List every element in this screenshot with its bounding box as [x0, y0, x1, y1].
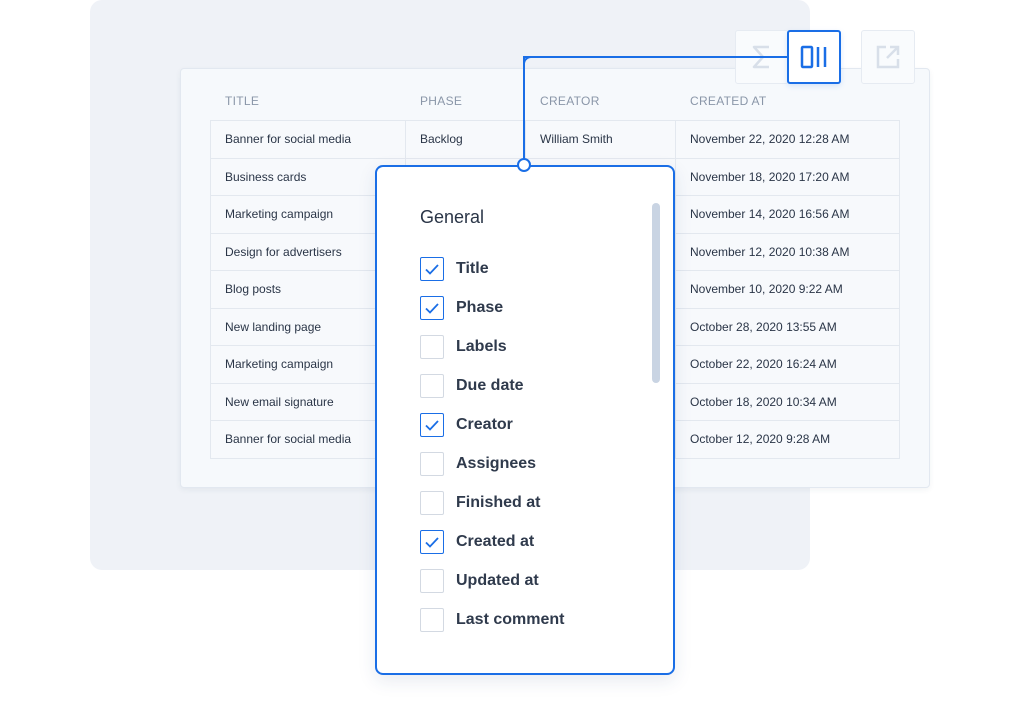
- cell-created-at: October 12, 2020 9:28 AM: [690, 432, 831, 447]
- checkbox[interactable]: [420, 257, 444, 281]
- checkbox[interactable]: [420, 374, 444, 398]
- column-option[interactable]: Due date: [420, 374, 524, 398]
- column-option[interactable]: Title: [420, 257, 489, 281]
- cell-created-at: November 18, 2020 17:20 AM: [690, 169, 850, 184]
- column-option[interactable]: Last comment: [420, 608, 564, 632]
- column-option-label: Last comment: [456, 611, 565, 628]
- cell-title: Blog posts: [225, 282, 282, 297]
- column-option[interactable]: Finished at: [420, 491, 540, 515]
- cell-title: Business cards: [225, 169, 307, 184]
- cell-divider: [675, 121, 676, 158]
- column-option-label: Phase: [456, 299, 504, 316]
- checkbox[interactable]: [420, 296, 444, 320]
- column-option[interactable]: Updated at: [420, 569, 539, 593]
- cell-divider: [675, 158, 676, 195]
- cell-phase: Backlog: [420, 132, 463, 147]
- cell-title: Marketing campaign: [225, 207, 334, 222]
- cell-divider: [675, 383, 676, 420]
- cell-divider: [525, 121, 526, 158]
- checkbox[interactable]: [420, 608, 444, 632]
- connector-dot: [517, 158, 531, 172]
- checkbox[interactable]: [420, 491, 444, 515]
- table-row[interactable]: Banner for social media Backlog William Sm…: [210, 121, 900, 159]
- cell-title: Banner for social media: [225, 132, 352, 147]
- checkbox[interactable]: [420, 413, 444, 437]
- column-option-label: Labels: [456, 338, 507, 355]
- cell-divider: [675, 196, 676, 233]
- checkmark-icon: [425, 302, 439, 314]
- cell-divider: [675, 308, 676, 345]
- column-option-label: Assignees: [456, 455, 537, 472]
- checkmark-icon: [425, 419, 439, 431]
- column-option-label: Title: [456, 260, 489, 277]
- export-button[interactable]: [861, 30, 915, 84]
- cell-creator: William Smith: [540, 132, 613, 147]
- cell-created-at: November 22, 2020 12:28 AM: [690, 132, 850, 147]
- column-option-label: Due date: [456, 377, 524, 394]
- connector-line-vertical: [523, 56, 525, 162]
- columns-icon: [800, 45, 827, 69]
- column-option[interactable]: Assignees: [420, 452, 536, 476]
- cell-title: Banner for social media: [225, 432, 352, 447]
- column-header-title[interactable]: TITLE: [225, 94, 259, 108]
- column-option[interactable]: Creator: [420, 413, 513, 437]
- cell-created-at: November 14, 2020 16:56 AM: [690, 207, 850, 222]
- checkmark-icon: [425, 536, 439, 548]
- cell-title: Design for advertisers: [225, 244, 342, 259]
- cell-divider: [675, 233, 676, 270]
- column-option[interactable]: Labels: [420, 335, 507, 359]
- cell-divider: [675, 421, 676, 458]
- cell-title: Marketing campaign: [225, 357, 334, 372]
- cell-created-at: October 28, 2020 13:55 AM: [690, 319, 837, 334]
- column-option-label: Creator: [456, 416, 513, 433]
- cell-created-at: October 22, 2020 16:24 AM: [690, 357, 837, 372]
- column-option-label: Finished at: [456, 494, 541, 511]
- column-picker-popup: General Title Phase Labels Due date Creator A…: [375, 165, 675, 675]
- column-option[interactable]: Phase: [420, 296, 503, 320]
- column-option-label: Created at: [456, 533, 535, 550]
- column-header-creator[interactable]: CREATOR: [540, 94, 600, 108]
- checkmark-icon: [425, 263, 439, 275]
- cell-created-at: November 12, 2020 10:38 AM: [690, 244, 850, 259]
- connector-line: [525, 56, 788, 58]
- column-option[interactable]: Created at: [420, 530, 534, 554]
- column-header-created-at[interactable]: CREATED AT: [690, 94, 767, 108]
- cell-divider: [675, 271, 676, 308]
- cell-title: New email signature: [225, 394, 334, 409]
- checkbox[interactable]: [420, 335, 444, 359]
- cell-divider: [405, 121, 406, 158]
- column-header-phase[interactable]: PHASE: [420, 94, 462, 108]
- column-option-label: Updated at: [456, 572, 539, 589]
- checkbox[interactable]: [420, 452, 444, 476]
- section-title: General: [420, 207, 485, 227]
- checkbox[interactable]: [420, 530, 444, 554]
- checkbox[interactable]: [420, 569, 444, 593]
- connector-corner: [523, 56, 537, 70]
- columns-button[interactable]: [787, 30, 841, 84]
- cell-divider: [675, 346, 676, 383]
- cell-created-at: October 18, 2020 10:34 AM: [690, 394, 837, 409]
- export-icon: [876, 45, 900, 69]
- scrollbar[interactable]: [652, 203, 660, 383]
- cell-created-at: November 10, 2020 9:22 AM: [690, 282, 843, 297]
- cell-title: New landing page: [225, 319, 322, 334]
